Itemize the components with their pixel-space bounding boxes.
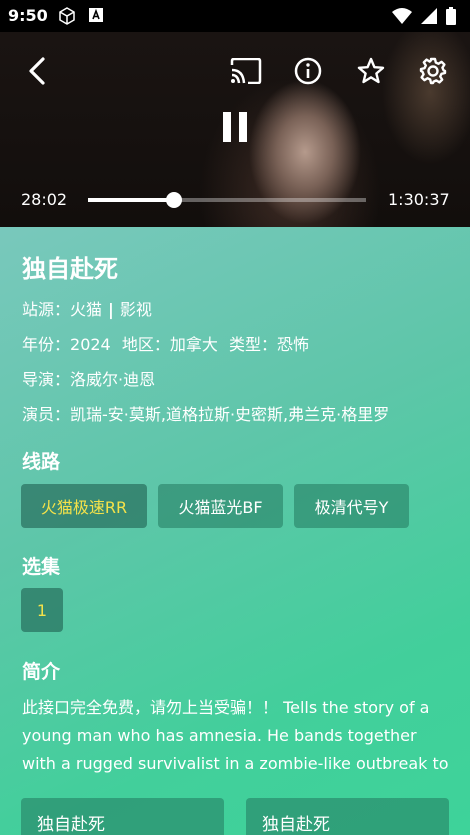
genre-value: 恐怖 (276, 335, 309, 354)
related-card-2[interactable]: 独自赴死 (246, 798, 449, 835)
region-value: 加拿大 (169, 335, 218, 354)
related-card-1[interactable]: 独自赴死 (21, 798, 224, 835)
gear-icon (419, 57, 447, 89)
cast-label: 演员： (22, 405, 71, 424)
signal-icon (420, 7, 438, 29)
a-badge-icon (88, 7, 104, 27)
director-value: 洛威尔·迪恩 (70, 370, 156, 389)
year-value: 2024 (70, 335, 111, 354)
back-button[interactable] (22, 57, 52, 89)
source-label: 站源： (22, 300, 71, 319)
details-panel: 独自赴死 站源：火猫 | 影视 年份：2024 地区：加拿大 类型：恐怖 导演：洛威… (0, 227, 470, 835)
cast-button[interactable] (228, 56, 264, 90)
source-separator: | (108, 300, 114, 319)
total-time: 1:30:37 (388, 190, 450, 209)
current-time: 28:02 (21, 190, 68, 209)
synopsis-text: 此接口完全免费，请勿上当受骗！！ Tells the story of a yo… (22, 698, 449, 773)
seek-bar[interactable] (88, 192, 366, 208)
cast-value: 凯瑞-安·莫斯,道格拉斯·史密斯,弗兰克·格里罗 (70, 405, 390, 424)
battery-icon (446, 7, 456, 29)
source-name: 火猫 (70, 300, 103, 319)
status-bar: 9:50 (0, 0, 470, 32)
episode-chip-1[interactable]: 1 (21, 588, 63, 632)
seek-handle[interactable] (166, 192, 183, 208)
lines-title: 线路 (22, 451, 61, 473)
video-title: 独自赴死 (22, 255, 118, 283)
settings-button[interactable] (416, 56, 450, 90)
pause-icon (221, 111, 249, 147)
status-time: 9:50 (8, 6, 48, 25)
seek-progress (88, 198, 175, 202)
info-button[interactable] (292, 56, 324, 90)
cast-row: 演员：凯瑞-安·莫斯,道格拉斯·史密斯,弗兰克·格里罗 (22, 401, 389, 425)
source-row: 站源：火猫 | 影视 (22, 296, 152, 320)
line-chip-2[interactable]: 火猫蓝光BF (158, 484, 283, 528)
synopsis-title: 简介 (22, 661, 61, 683)
info-icon (294, 57, 322, 89)
line-chip-3[interactable]: 极清代号Y (294, 484, 409, 528)
wifi-icon (392, 7, 412, 29)
cube-icon (58, 7, 76, 29)
meta-row: 年份：2024 地区：加拿大 类型：恐怖 (22, 331, 309, 355)
year-label: 年份： (22, 335, 71, 354)
star-icon (357, 57, 385, 89)
video-player[interactable]: 28:02 1:30:37 (0, 32, 470, 227)
episodes-title: 选集 (22, 556, 61, 578)
director-label: 导演： (22, 370, 71, 389)
favorite-button[interactable] (354, 56, 388, 90)
region-label: 地区： (121, 335, 170, 354)
line-chip-1[interactable]: 火猫极速RR (21, 484, 147, 528)
genre-label: 类型： (228, 335, 277, 354)
pause-button[interactable] (219, 112, 251, 146)
director-row: 导演：洛威尔·迪恩 (22, 366, 155, 390)
related-card-title: 独自赴死 (262, 815, 330, 835)
source-type: 影视 (119, 300, 152, 319)
cast-icon (230, 57, 262, 88)
related-card-title: 独自赴死 (37, 815, 105, 835)
back-arrow-icon (27, 57, 47, 89)
